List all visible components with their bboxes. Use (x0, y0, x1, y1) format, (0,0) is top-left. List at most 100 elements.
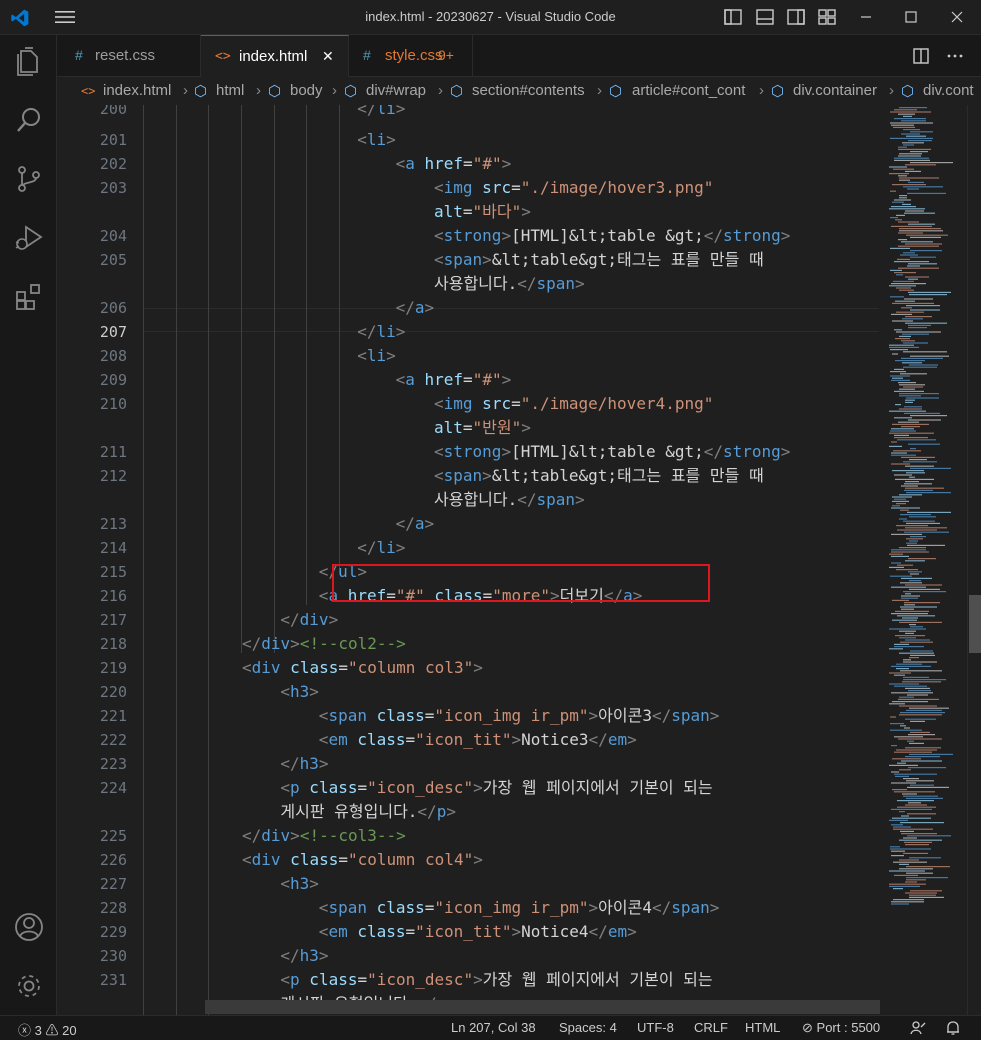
code-line[interactable]: </div><!--col2--> (242, 632, 406, 656)
code-line[interactable]: </div><!--col3--> (242, 824, 406, 848)
code-line[interactable]: <div class="column col3"> (242, 656, 483, 680)
scrollbar-thumb[interactable] (969, 595, 981, 653)
horizontal-scrollbar[interactable] (205, 1000, 880, 1014)
breadcrumb-item[interactable]: div#wrap (366, 82, 426, 99)
code-line[interactable]: <img src="./image/hover3.png" (434, 176, 713, 200)
code-line[interactable]: </li> (357, 320, 405, 344)
code-line[interactable]: <p class="icon_desc">가장 웹 페이지에서 기본이 되는 (280, 968, 712, 992)
code-line[interactable]: </li> (357, 105, 405, 121)
minimize-icon[interactable] (855, 6, 877, 28)
code-line[interactable]: </div> (280, 608, 338, 632)
code-line[interactable]: </h3> (280, 944, 328, 968)
code-token: &gt; (578, 466, 618, 485)
tab-style-css[interactable]: # style.css 9+ (349, 35, 473, 77)
minimap-line (895, 775, 909, 777)
extensions-icon[interactable] (13, 281, 45, 313)
minimap-line (901, 133, 920, 135)
vertical-scrollbar[interactable] (967, 105, 981, 1015)
breadcrumb-item[interactable]: html (216, 82, 244, 99)
problem-count-badge: 9+ (438, 47, 454, 63)
minimap-line (900, 582, 922, 584)
breadcrumb-item[interactable]: article#cont_cont (632, 82, 745, 99)
layout-panel-icon[interactable] (754, 6, 776, 28)
indentation[interactable]: Spaces: 4 (559, 1020, 617, 1035)
code-token: > (482, 250, 492, 269)
code-line[interactable]: <a href="#"> (396, 152, 512, 176)
code-line[interactable]: <strong>[HTML]&lt;table &gt;</strong> (434, 440, 790, 464)
breadcrumb-item[interactable]: body (290, 82, 323, 99)
code-line[interactable]: <li> (357, 128, 396, 152)
search-icon[interactable] (13, 104, 45, 136)
source-control-icon[interactable] (13, 163, 45, 195)
tab-index-html[interactable]: <> index.html ✕ (201, 35, 349, 77)
code-line[interactable]: </a> (396, 512, 435, 536)
code-line[interactable]: <span class="icon_img ir_pm">아이콘3</span> (319, 704, 720, 728)
title-bar: index.html - 20230627 - Visual Studio Co… (0, 0, 981, 35)
language-mode[interactable]: HTML (745, 1020, 780, 1035)
minimap-line (904, 483, 932, 485)
minimap-line (901, 608, 914, 610)
code-line[interactable]: alt="바다"> (434, 200, 531, 224)
notifications-bell-icon[interactable] (944, 1019, 962, 1037)
minimap-line (902, 793, 917, 795)
code-line[interactable]: </a> (396, 296, 435, 320)
breadcrumb-item[interactable]: index.html (103, 82, 171, 99)
tab-reset-css[interactable]: # reset.css (57, 35, 201, 77)
code-line[interactable]: <em class="icon_tit">Notice3</em> (319, 728, 637, 752)
css-file-icon: # (363, 47, 371, 63)
cursor-position[interactable]: Ln 207, Col 38 (451, 1020, 536, 1035)
layout-sidebar-left-icon[interactable] (722, 6, 744, 28)
code-token: 태그는 표를 만들 때 (617, 250, 764, 269)
customize-layout-icon[interactable] (816, 6, 838, 28)
code-line[interactable]: 사용합니다.</span> (434, 488, 585, 512)
code-line[interactable]: <strong>[HTML]&lt;table &gt;</strong> (434, 224, 790, 248)
explorer-icon[interactable] (13, 45, 45, 77)
line-number: 203 (99, 179, 127, 197)
line-number: 212 (99, 467, 127, 485)
code-editor[interactable]: 200 201 202 203 204 205 206 207 208 209 210 211 212 2… (57, 105, 981, 1015)
code-line[interactable]: <span>&lt;table&gt;태그는 표를 만들 때 (434, 464, 764, 488)
code-area[interactable]: </li> <li> <a href="#"> <img src="./image/h… (143, 105, 883, 1015)
minimap-line (901, 597, 918, 599)
code-line[interactable]: 게시판 유형입니다.</p> (280, 800, 456, 824)
code-line[interactable]: </h3> (280, 752, 328, 776)
code-line[interactable]: <span>&lt;table&gt;태그는 표를 만들 때 (434, 248, 764, 272)
code-line[interactable]: </li> (357, 536, 405, 560)
line-ending[interactable]: CRLF (694, 1020, 728, 1035)
code-line[interactable]: <div class="column col4"> (242, 848, 483, 872)
manage-gear-icon[interactable] (13, 970, 45, 1002)
breadcrumb-item[interactable]: section#contents (472, 82, 585, 99)
code-token: < (318, 898, 329, 917)
minimap[interactable] (887, 105, 967, 1015)
more-actions-icon[interactable] (945, 46, 965, 66)
code-line[interactable]: 사용합니다.</span> (434, 272, 585, 296)
tab-close-icon[interactable]: ✕ (322, 48, 334, 65)
code-token: > (511, 730, 522, 749)
close-icon[interactable] (946, 6, 968, 28)
live-server-port[interactable]: ⊘ Port : 5500 (802, 1020, 880, 1036)
code-line[interactable]: <span class="icon_img ir_pm">아이콘4</span> (319, 896, 720, 920)
layout-sidebar-right-icon[interactable] (785, 6, 807, 28)
code-line[interactable]: <a href="#"> (396, 368, 512, 392)
problems-indicator[interactable]: ⓧ 3 ⚠ 20 (18, 1020, 77, 1039)
code-line[interactable]: <img src="./image/hover4.png" (434, 392, 713, 416)
code-line[interactable]: <h3> (280, 680, 319, 704)
code-line[interactable]: <h3> (280, 872, 319, 896)
code-token: h3 (299, 946, 319, 965)
code-line[interactable]: alt="반원"> (434, 416, 531, 440)
accounts-icon[interactable] (13, 911, 45, 943)
minimap-line (894, 674, 905, 676)
line-number: 231 (99, 971, 127, 989)
maximize-icon[interactable] (900, 6, 922, 28)
code-line[interactable]: <li> (357, 344, 396, 368)
feedback-icon[interactable] (909, 1019, 927, 1037)
breadcrumb-item[interactable]: div.container (793, 82, 877, 99)
split-editor-icon[interactable] (911, 46, 931, 66)
run-debug-icon[interactable] (13, 222, 45, 254)
minimap-line (889, 445, 902, 447)
encoding[interactable]: UTF-8 (637, 1020, 674, 1035)
breadcrumb-item[interactable]: div.cont (923, 82, 974, 99)
code-line[interactable]: <p class="icon_desc">가장 웹 페이지에서 기본이 되는 (280, 776, 712, 800)
code-line[interactable]: <em class="icon_tit">Notice4</em> (319, 920, 637, 944)
code-token: > (473, 658, 483, 677)
